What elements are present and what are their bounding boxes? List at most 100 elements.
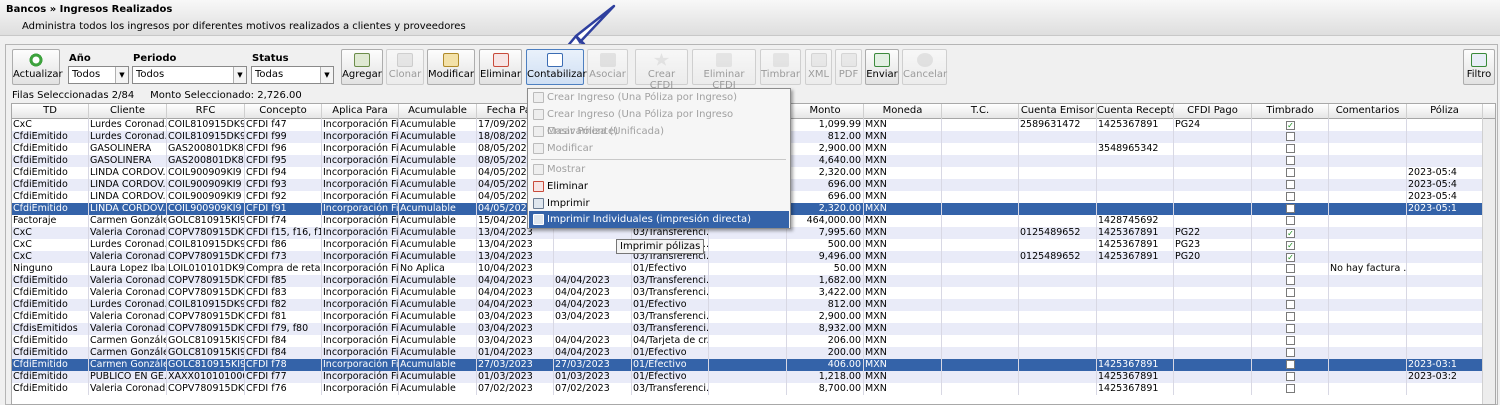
timbrado-checkbox[interactable]	[1286, 216, 1295, 225]
timbrado-checkbox[interactable]	[1286, 264, 1295, 273]
asociar-button[interactable]: Asociar	[587, 49, 628, 85]
enviar-button[interactable]: Enviar	[865, 49, 899, 85]
table-cell: CfdiEmitido	[12, 275, 89, 287]
menu-item-label: Crear Póliza (Unificada)	[547, 126, 664, 137]
column-header[interactable]: TD	[12, 104, 89, 119]
timbrado-checkbox[interactable]	[1286, 348, 1295, 357]
modificar-button[interactable]: Modificar	[427, 49, 475, 85]
vertical-scrollbar[interactable]	[1482, 119, 1495, 404]
column-header[interactable]: Concepto	[245, 104, 322, 119]
actualizar-button[interactable]: Actualizar	[12, 49, 63, 85]
timbrado-checkbox[interactable]	[1286, 324, 1295, 333]
table-cell: CFDI f79, f80	[245, 323, 322, 335]
menu-item-imprimir[interactable]: Imprimir	[529, 195, 789, 212]
menu-item-imprimir-individuales[interactable]: Imprimir Individuales (impresión directa…	[529, 211, 789, 228]
timbrado-checkbox[interactable]	[1286, 300, 1295, 309]
filtro-button[interactable]: Filtro	[1463, 49, 1495, 85]
column-header[interactable]: Comentarios	[1329, 104, 1407, 119]
eliminar-button[interactable]: Eliminar	[479, 49, 522, 85]
table-cell	[709, 263, 787, 275]
column-header[interactable]: Moneda	[864, 104, 942, 119]
table-row[interactable]: CfdiEmitidoCarmen Gonzále...GOLC810915KI…	[12, 347, 1495, 359]
table-row[interactable]: NingunoLaura Lopez IbarraLOIL010101DK9Co…	[12, 263, 1495, 275]
menu-item-eliminar[interactable]: Eliminar	[529, 178, 789, 195]
table-row[interactable]: CfdiEmitido Lurdes Coronad... COIL810915DK…	[12, 299, 1495, 311]
column-header[interactable]: CFDI Pago	[1174, 104, 1252, 119]
table-cell	[1097, 335, 1174, 347]
table-cell: 07/02/2023	[477, 383, 554, 395]
table-row[interactable]: CfdiEmitidoCarmen Gonzále...GOLC810915KI…	[12, 335, 1495, 347]
column-header[interactable]: Timbrado	[1252, 104, 1329, 119]
timbrado-checkbox[interactable]	[1286, 288, 1295, 297]
timbrado-checkbox[interactable]	[1286, 132, 1295, 141]
table-row[interactable]: CxC Lurdes Coronad... COIL810915DK9 CFDI f8…	[12, 239, 1495, 251]
xml-button[interactable]: XML	[805, 49, 832, 85]
table-row[interactable]: CfdiEmitido Valeria Coronad... COPV780915D…	[12, 275, 1495, 287]
table-row[interactable]: CfdiEmitido PUBLICO EN GE... XAXX010101000…	[12, 371, 1495, 383]
timbrado-checkbox[interactable]	[1286, 156, 1295, 165]
table-row[interactable]: CfdiEmitido Valeria Coronad... COPV780915D…	[12, 287, 1495, 299]
menu-item-crear-ingreso[interactable]: Crear Ingreso (Una Póliza por Ingreso)	[529, 89, 789, 106]
table-cell: CFDI f85	[245, 275, 322, 287]
timbrado-checkbox[interactable]	[1286, 144, 1295, 153]
anio-select[interactable]: Todos ▼	[68, 66, 129, 84]
table-row[interactable]: CfdisEmitidos Valeria Coronad... COPV78091…	[12, 323, 1495, 335]
table-cell: 04/04/2023	[477, 275, 554, 287]
timbrado-checkbox[interactable]: ✓	[1286, 241, 1295, 250]
table-cell: 01/Efectivo	[632, 299, 709, 311]
table-row[interactable]: CfdiEmitido Valeria Coronad... COPV780915D…	[12, 311, 1495, 323]
clonar-button[interactable]: Clonar	[386, 49, 424, 85]
table-cell	[1252, 167, 1329, 179]
column-header[interactable]: Cliente	[89, 104, 167, 119]
timbrado-checkbox[interactable]	[1286, 276, 1295, 285]
column-header[interactable]: Cuenta Receptor	[1097, 104, 1174, 119]
menu-item-mostrar[interactable]: Mostrar	[529, 161, 789, 178]
column-header[interactable]: Aplica Para	[322, 104, 399, 119]
table-cell	[1019, 239, 1097, 251]
table-cell: Acumulable	[399, 371, 477, 383]
column-header[interactable]: Póliza	[1407, 104, 1483, 119]
timbrado-checkbox[interactable]	[1286, 360, 1295, 369]
table-cell: CFDI f84	[245, 335, 322, 347]
agregar-button[interactable]: Agregar	[341, 49, 383, 85]
timbrado-checkbox[interactable]: ✓	[1286, 253, 1295, 262]
periodo-select[interactable]: Todos ▼	[132, 66, 247, 84]
timbrado-checkbox[interactable]: ✓	[1286, 121, 1295, 130]
table-cell: Carmen Gonzále...	[89, 215, 167, 227]
table-cell	[1019, 203, 1097, 215]
timbrado-checkbox[interactable]	[1286, 204, 1295, 213]
table-cell: 2023-05:4	[1407, 179, 1483, 191]
menu-item-crear-ingreso-masivo[interactable]: Crear Ingreso (Una Póliza por Ingreso Ma…	[529, 106, 789, 137]
timbrado-checkbox[interactable]	[1286, 312, 1295, 321]
table-row[interactable]: CfdiEmitidoCarmen Gonzále...GOLC810915KI…	[12, 359, 1495, 371]
table-row[interactable]: CxC Valeria Coronad... COPV780915DK9 CFDI f…	[12, 251, 1495, 263]
column-header[interactable]: Cuenta Emisor	[1019, 104, 1097, 119]
table-cell: LINDA CORDOV...	[90, 203, 167, 215]
menu-item-crear-poliza[interactable]: Crear Póliza (Unificada)	[529, 123, 789, 140]
pdf-button[interactable]: PDF	[835, 49, 862, 85]
column-header[interactable]: RFC	[167, 104, 245, 119]
timbrado-checkbox[interactable]	[1286, 168, 1295, 177]
timbrado-checkbox[interactable]	[1286, 384, 1295, 393]
table-cell	[1019, 131, 1097, 143]
timbrado-checkbox[interactable]	[1286, 180, 1295, 189]
crear-cfdi-button[interactable]: Crear CFDI	[635, 49, 688, 91]
table-cell	[1329, 143, 1407, 155]
table-cell: GOLC810915KI9	[168, 215, 245, 227]
contabilizar-button[interactable]: Contabilizar	[526, 49, 587, 85]
timbrado-checkbox[interactable]	[1286, 372, 1295, 381]
table-cell: 2,900.00	[787, 311, 864, 323]
timbrado-checkbox[interactable]	[1286, 336, 1295, 345]
column-header[interactable]: Acumulable	[399, 104, 477, 119]
column-header[interactable]: Monto	[787, 104, 864, 119]
table-row[interactable]: CfdiEmitido Valeria Coronad... COPV780915D…	[12, 383, 1495, 395]
timbrado-checkbox[interactable]	[1286, 192, 1295, 201]
timbrado-checkbox[interactable]: ✓	[1286, 229, 1295, 238]
cancelar-button[interactable]: Cancelar	[902, 49, 947, 85]
status-select[interactable]: Todas ▼	[251, 66, 334, 84]
menu-item-modificar[interactable]: Modificar	[529, 140, 789, 157]
table-cell: GOLC810915KI9	[168, 359, 245, 371]
eliminar-cfdi-button[interactable]: Eliminar CFDI	[692, 49, 756, 91]
timbrar-button[interactable]: Timbrar	[760, 49, 801, 85]
column-header[interactable]: T.C.	[942, 104, 1019, 119]
